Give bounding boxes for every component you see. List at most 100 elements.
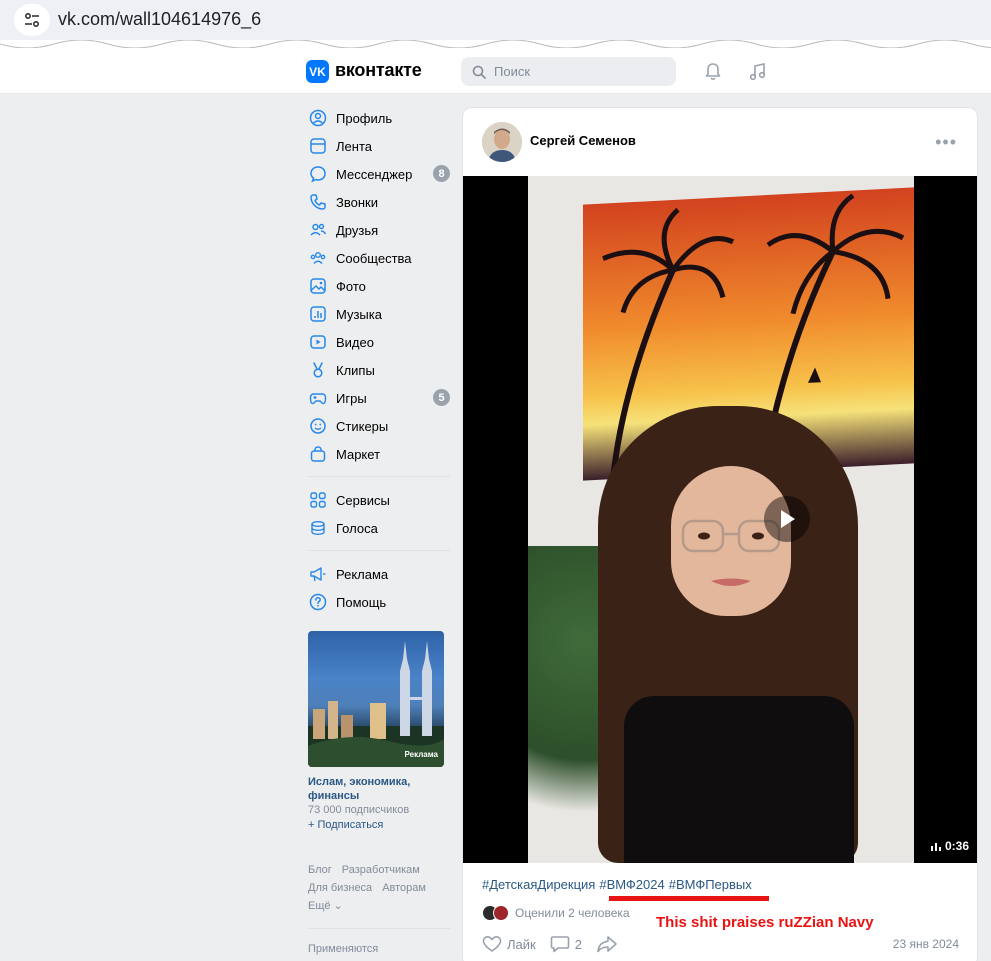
nav-item-profile[interactable]: Профиль <box>306 104 452 132</box>
footer-applied-text: Применяются <box>308 943 379 955</box>
profile-icon <box>308 108 328 128</box>
duration-label: 0:36 <box>944 839 969 853</box>
nav-label: Сообщества <box>336 250 412 266</box>
nav-item-clips[interactable]: Клипы <box>306 356 452 384</box>
nav-item-feed[interactable]: Лента <box>306 132 452 160</box>
likers-row[interactable]: Оценили 2 человека <box>482 905 630 921</box>
nav-label: Лента <box>336 138 372 154</box>
nav-label: Видео <box>336 334 374 350</box>
vk-logo[interactable]: VK <box>306 60 329 83</box>
sound-icon <box>930 843 941 851</box>
music-icon <box>308 304 328 324</box>
ad-subscribers: 73 000 подписчиков <box>308 804 410 816</box>
nav-item-calls[interactable]: Звонки <box>306 188 452 216</box>
ad-title[interactable]: Ислам, экономика, финансы <box>308 775 444 803</box>
nav-item-communities[interactable]: Сообщества <box>306 244 452 272</box>
nav-label: Сервисы <box>336 492 390 508</box>
stickers-icon <box>308 416 328 436</box>
author-avatar[interactable] <box>482 122 522 162</box>
nav-label: Друзья <box>336 222 379 238</box>
video-player[interactable]: 0:36 <box>463 176 977 863</box>
help-icon <box>308 592 328 612</box>
share-button[interactable] <box>596 935 618 953</box>
person-face <box>671 466 791 616</box>
nav-item-stickers[interactable]: Стикеры <box>306 412 452 440</box>
ad-image[interactable]: Реклама <box>308 631 444 767</box>
games-count-badge: 5 <box>433 389 450 406</box>
messenger-icon <box>308 164 328 184</box>
annotation-underline <box>609 896 769 901</box>
like-button[interactable]: Лайк <box>482 935 536 953</box>
nav-label: Игры <box>336 390 367 406</box>
nav-label: Профиль <box>336 110 393 126</box>
footer-link-blog[interactable]: Блог <box>308 864 332 876</box>
post-date[interactable]: 23 янв 2024 <box>893 937 959 951</box>
search-box[interactable] <box>461 57 676 86</box>
left-nav: Профиль Лента Мессенджер 8 Звонки Друзья… <box>306 104 452 616</box>
nav-label: Голоса <box>336 520 378 536</box>
play-icon <box>781 510 795 528</box>
nav-label: Звонки <box>336 194 378 210</box>
heart-icon <box>482 935 502 952</box>
notifications-button[interactable] <box>701 60 725 84</box>
footer-link-more[interactable]: Ещё ⌄ <box>308 900 343 912</box>
nav-divider <box>308 550 450 551</box>
post-hashtags: #ДетскаяДирекция #ВМФ2024 #ВМФПервых <box>482 877 756 892</box>
post-author-name[interactable]: Сергей Семенов <box>530 133 636 148</box>
nav-label: Маркет <box>336 446 381 462</box>
nav-item-market[interactable]: Маркет <box>306 440 452 468</box>
ads-icon <box>308 564 328 584</box>
ad-label: Реклама <box>404 750 438 759</box>
footer-link-business[interactable]: Для бизнеса <box>308 882 372 894</box>
nav-label: Музыка <box>336 306 382 322</box>
phone-icon <box>308 192 328 212</box>
messenger-count-badge: 8 <box>433 165 450 182</box>
nav-label: Стикеры <box>336 418 389 434</box>
nav-item-votes[interactable]: Голоса <box>306 514 452 542</box>
nav-item-games[interactable]: Игры 5 <box>306 384 452 412</box>
url-field[interactable]: vk.com/wall104614976_6 <box>58 9 261 30</box>
feed-icon <box>308 136 328 156</box>
rated-by-text: Оценили 2 человека <box>515 906 630 920</box>
nav-item-ads[interactable]: Реклама <box>306 560 452 588</box>
red-annotation-text: This shit praises ruZZian Navy <box>656 914 874 931</box>
post-more-button[interactable]: ••• <box>935 132 957 153</box>
comments-count: 2 <box>574 936 582 952</box>
nav-item-music[interactable]: Музыка <box>306 300 452 328</box>
nav-item-photo[interactable]: Фото <box>306 272 452 300</box>
share-icon <box>597 936 617 953</box>
vk-header: VK вконтакте <box>0 48 991 94</box>
search-icon <box>472 65 486 79</box>
music-player-button[interactable] <box>746 60 770 84</box>
search-input[interactable] <box>494 64 664 79</box>
nav-divider <box>308 476 450 477</box>
bell-icon <box>705 63 721 81</box>
comment-button[interactable]: 2 <box>550 935 582 953</box>
nav-item-help[interactable]: Помощь <box>306 588 452 616</box>
footer-link-developers[interactable]: Разработчикам <box>342 864 420 876</box>
communities-icon <box>308 248 328 268</box>
nav-item-friends[interactable]: Друзья <box>306 216 452 244</box>
games-icon <box>308 388 328 408</box>
nav-label: Помощь <box>336 594 387 610</box>
footer-link-authors[interactable]: Авторам <box>382 882 426 894</box>
hashtag-link[interactable]: #ВМФ2024 <box>599 877 664 892</box>
services-icon <box>308 490 328 510</box>
nav-item-messenger[interactable]: Мессенджер 8 <box>306 160 452 188</box>
wall-post: Сергей Семенов ••• 0:36 #ДетскаяДирекция… <box>462 107 978 961</box>
video-icon <box>308 332 328 352</box>
hashtag-link[interactable]: #ДетскаяДирекция <box>482 877 595 892</box>
nav-label: Фото <box>336 278 366 294</box>
site-settings-button[interactable] <box>14 4 50 36</box>
sidebar-ad[interactable]: Реклама Ислам, экономика, финансы 73 000… <box>308 631 444 831</box>
hashtag-link[interactable]: #ВМФПервых <box>669 877 752 892</box>
brand-name[interactable]: вконтакте <box>335 60 422 81</box>
video-thumbnail <box>528 176 914 863</box>
liker-avatar <box>493 905 509 921</box>
person-top <box>624 696 854 863</box>
nav-item-services[interactable]: Сервисы <box>306 486 452 514</box>
ad-subscribe-link[interactable]: + Подписаться <box>308 819 444 831</box>
play-button[interactable] <box>764 496 810 542</box>
nav-item-video[interactable]: Видео <box>306 328 452 356</box>
author-photo <box>482 122 522 162</box>
